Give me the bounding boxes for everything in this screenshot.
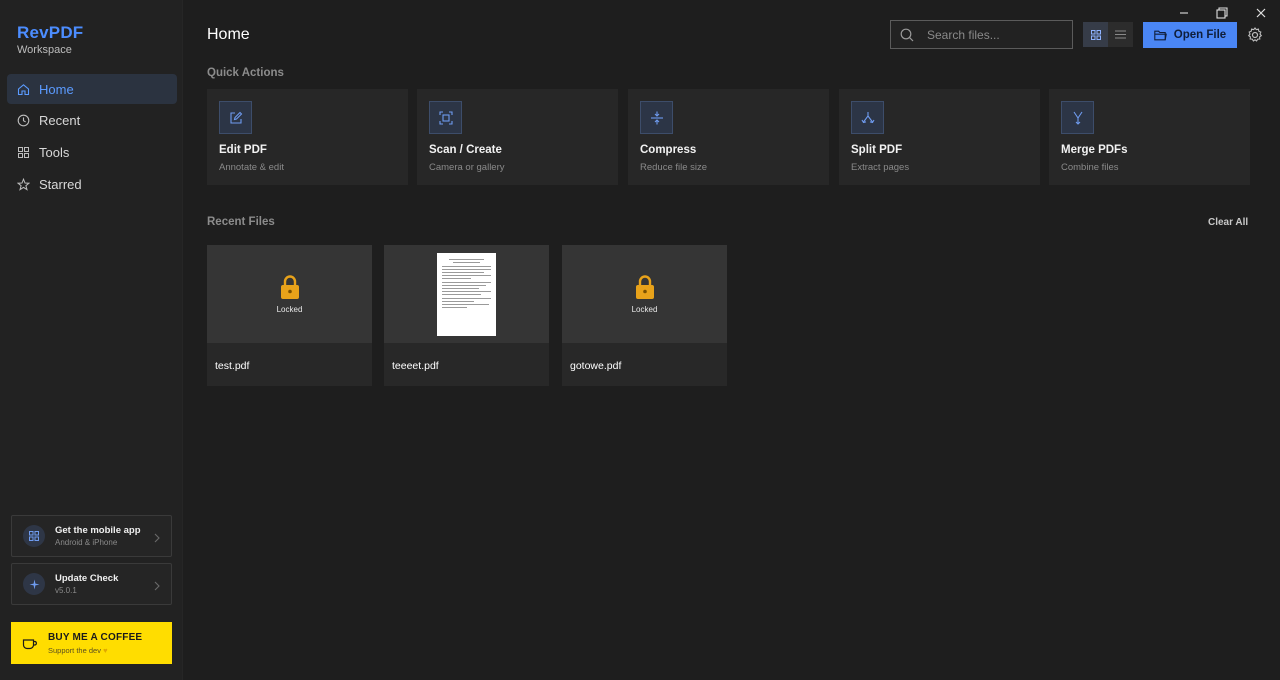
file-name: teeeet.pdf — [392, 360, 439, 372]
window-close-button[interactable] — [1253, 6, 1269, 20]
list-view-button[interactable] — [1108, 22, 1133, 47]
merge-icon — [1061, 101, 1094, 134]
sidebar-item-label: Home — [39, 81, 74, 97]
coffee-title: BUY ME A COFFEE — [48, 631, 143, 643]
quick-action-subtitle: Extract pages — [851, 162, 910, 173]
quick-action-edit-pdf[interactable]: Edit PDF Annotate & edit — [207, 89, 408, 185]
file-name: test.pdf — [215, 360, 250, 372]
file-thumbnail: Locked — [562, 245, 727, 343]
minimize-icon — [1180, 12, 1188, 14]
window-minimize-button[interactable] — [1176, 6, 1192, 20]
search-input[interactable] — [927, 27, 1057, 42]
quick-action-title: Compress — [640, 144, 697, 156]
file-card[interactable]: teeeet.pdf — [384, 245, 549, 386]
locked-label: Locked — [631, 304, 658, 314]
sidebar-item-starred[interactable]: Starred — [7, 169, 177, 199]
star-icon — [17, 177, 30, 191]
chevron-right-icon — [154, 530, 160, 548]
promo-title: Update Check — [55, 573, 119, 584]
mobile-app-promo[interactable]: Get the mobile app Android & iPhone — [11, 515, 172, 557]
quick-action-merge-pdfs[interactable]: Merge PDFs Combine files — [1049, 89, 1250, 185]
clock-icon — [17, 114, 30, 127]
quick-action-title: Split PDF — [851, 144, 903, 156]
home-icon — [17, 83, 30, 96]
quick-action-title: Merge PDFs — [1061, 144, 1128, 156]
file-card[interactable]: Locked test.pdf — [207, 245, 372, 386]
promo-subtitle: v5.0.1 — [55, 586, 77, 595]
document-preview — [437, 252, 496, 336]
quick-action-title: Scan / Create — [429, 144, 502, 156]
search-icon — [900, 28, 914, 42]
lock-icon — [280, 274, 300, 300]
sidebar-item-label: Tools — [39, 144, 70, 160]
file-thumbnail: Locked — [207, 245, 372, 343]
quick-action-subtitle: Combine files — [1061, 162, 1119, 173]
open-file-label: Open File — [1173, 29, 1227, 41]
sidebar-nav: Home Recent Tools Starred — [7, 74, 177, 201]
promo-title: Get the mobile app — [55, 525, 141, 536]
chevron-right-icon — [154, 578, 160, 596]
restore-icon — [1216, 7, 1228, 19]
update-check-promo[interactable]: Update Check v5.0.1 — [11, 563, 172, 605]
quick-action-split-pdf[interactable]: Split PDF Extract pages — [839, 89, 1040, 185]
promo-subtitle: Android & iPhone — [55, 538, 118, 547]
search-box[interactable] — [890, 20, 1073, 49]
brand-subtitle: Workspace — [17, 44, 72, 56]
recent-files-heading: Recent Files — [207, 216, 275, 228]
open-file-button[interactable]: Open File — [1143, 22, 1237, 48]
quick-action-subtitle: Annotate & edit — [219, 162, 284, 173]
buy-me-a-coffee-button[interactable]: BUY ME A COFFEE Support the dev ♥ — [11, 622, 172, 664]
scan-icon — [429, 101, 462, 134]
close-icon — [1256, 8, 1266, 18]
quick-action-title: Edit PDF — [219, 144, 267, 156]
brand: RevPDF Workspace — [17, 23, 83, 56]
quick-action-subtitle: Camera or gallery — [429, 162, 505, 173]
quick-action-scan-create[interactable]: Scan / Create Camera or gallery — [417, 89, 618, 185]
sidebar-item-tools[interactable]: Tools — [7, 137, 177, 167]
coffee-cup-icon — [22, 637, 38, 650]
window-maximize-button[interactable] — [1214, 6, 1230, 20]
lock-icon — [635, 274, 655, 300]
grid-view-icon — [1090, 29, 1101, 40]
qr-icon — [23, 525, 45, 547]
sidebar-item-label: Starred — [39, 176, 82, 192]
split-icon — [851, 101, 884, 134]
coffee-subtitle: Support the dev ♥ — [48, 645, 108, 655]
edit-icon — [219, 101, 252, 134]
clear-all-button[interactable]: Clear All — [1208, 217, 1248, 228]
sidebar-item-home[interactable]: Home — [7, 74, 177, 104]
grid-view-button[interactable] — [1083, 22, 1108, 47]
file-name: gotowe.pdf — [570, 360, 622, 372]
page-title: Home — [207, 26, 250, 43]
sparkle-icon — [23, 573, 45, 595]
file-thumbnail — [384, 245, 549, 343]
grid-icon — [17, 146, 30, 159]
sidebar: RevPDF Workspace Home Recent Tools Starr… — [0, 0, 183, 680]
quick-action-compress[interactable]: Compress Reduce file size — [628, 89, 829, 185]
quick-actions-heading: Quick Actions — [207, 67, 284, 79]
quick-action-subtitle: Reduce file size — [640, 162, 708, 173]
settings-gear-icon[interactable] — [1247, 27, 1263, 48]
sidebar-item-label: Recent — [39, 113, 81, 129]
view-toggle — [1083, 22, 1133, 47]
compress-icon — [640, 101, 673, 134]
locked-label: Locked — [276, 304, 303, 314]
sidebar-item-recent[interactable]: Recent — [7, 106, 177, 136]
folder-open-icon — [1154, 30, 1167, 41]
heart-icon: ♥ — [103, 645, 108, 655]
file-card[interactable]: Locked gotowe.pdf — [562, 245, 727, 386]
list-view-icon — [1115, 30, 1126, 39]
brand-name: RevPDF — [17, 23, 84, 42]
